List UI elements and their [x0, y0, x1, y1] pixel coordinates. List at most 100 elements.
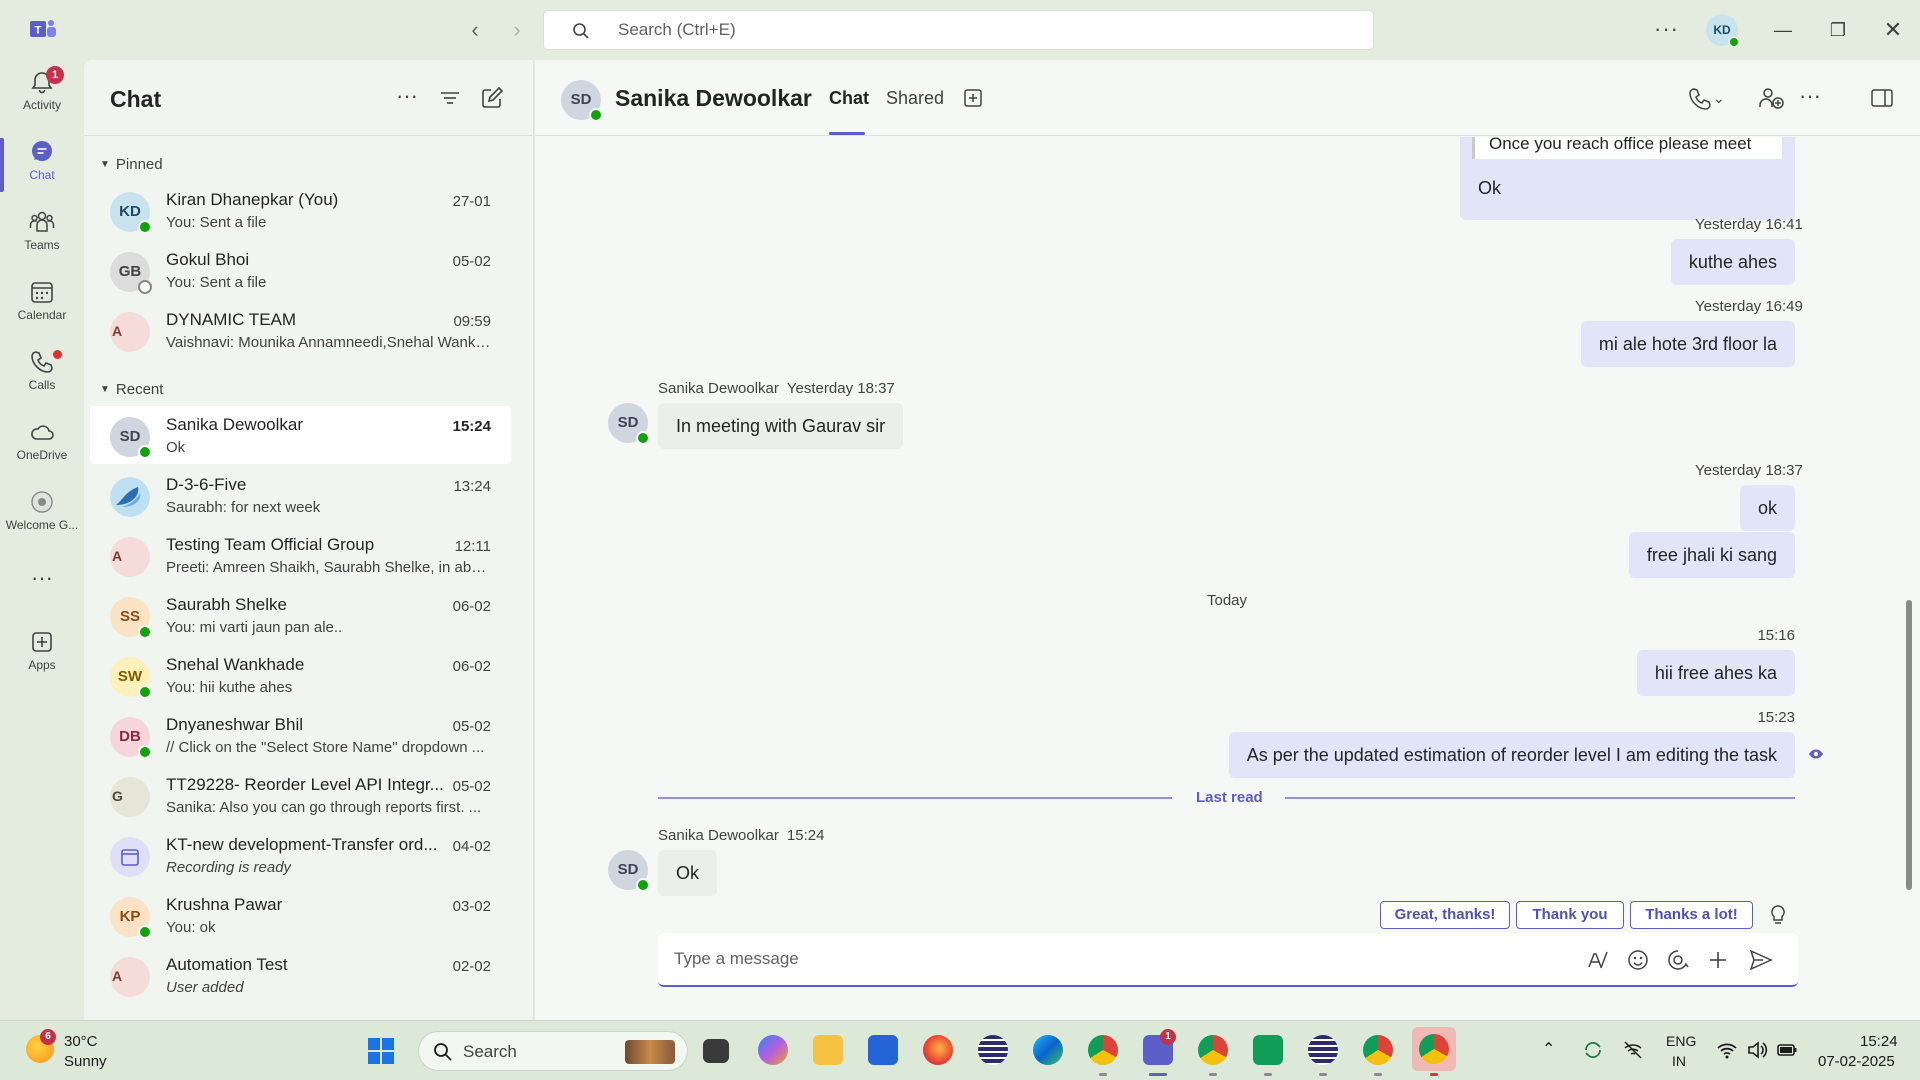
last-read-label: Last read: [1196, 789, 1263, 806]
profile-avatar[interactable]: KD: [1706, 14, 1740, 48]
message-in[interactable]: In meeting with Gaurav sir: [658, 403, 904, 449]
pinned-section-toggle[interactable]: ▼ Pinned: [100, 156, 163, 173]
chat-item-d-3-6-five[interactable]: D-3-6-Five Saurabh: for next week 13:24: [90, 466, 511, 524]
sync-icon[interactable]: [1582, 1039, 1604, 1061]
chat-item-automation-test[interactable]: A Automation Test User added 02-02: [90, 946, 511, 1004]
clock-date[interactable]: 07-02-2025: [1818, 1053, 1895, 1070]
message-out[interactable]: free jhali ki sang: [1628, 532, 1795, 578]
avatar[interactable]: SD: [608, 850, 650, 892]
forward-arrow-icon[interactable]: ›: [503, 16, 531, 44]
rail-calls[interactable]: Calls: [0, 340, 84, 406]
chat-item-kiran[interactable]: KD Kiran Dhanepkar (You) You: Sent a fil…: [90, 181, 511, 239]
new-chat-icon[interactable]: [478, 84, 506, 112]
rail-chat[interactable]: Chat: [0, 130, 84, 196]
chat-item-snehal[interactable]: SW Snehal Wankhade You: hii kuthe ahes 0…: [90, 646, 511, 704]
rail-welcome[interactable]: Welcome G...: [0, 480, 84, 546]
firefox-icon[interactable]: [923, 1035, 953, 1065]
chevron-down-icon[interactable]: ⌄: [1713, 84, 1741, 112]
search-input[interactable]: [618, 11, 1318, 49]
volume-icon[interactable]: [1746, 1039, 1768, 1061]
conversation-more-icon[interactable]: ···: [1799, 84, 1827, 112]
copilot-icon[interactable]: [758, 1035, 788, 1065]
message-out[interactable]: ok: [1739, 485, 1795, 531]
chat-more-options-icon[interactable]: ···: [396, 84, 424, 112]
chrome-active-window[interactable]: [1412, 1027, 1456, 1071]
chrome-icon[interactable]: [1363, 1035, 1393, 1065]
add-tab-icon[interactable]: [959, 84, 987, 112]
task-view-icon[interactable]: [703, 1039, 729, 1063]
wifi-icon[interactable]: [1716, 1039, 1738, 1061]
weather-badge: 6: [40, 1029, 56, 1045]
taskbar-search[interactable]: Search: [418, 1031, 688, 1071]
chat-item-saurabh[interactable]: SS Saurabh Shelke You: mi varti jaun pan…: [90, 586, 511, 644]
avatar: SW: [110, 657, 152, 699]
rail-activity[interactable]: Activity 1: [0, 60, 84, 126]
tab-shared[interactable]: Shared: [886, 88, 944, 109]
chat-item-krushna[interactable]: KP Krushna Pawar You: ok 03-02: [90, 886, 511, 944]
message-composer[interactable]: [658, 933, 1798, 987]
sheets-icon[interactable]: [1253, 1035, 1283, 1065]
suggested-reply-button[interactable]: Great, thanks!: [1380, 901, 1510, 929]
back-arrow-icon[interactable]: ‹: [461, 16, 489, 44]
tab-chat[interactable]: Chat: [829, 88, 869, 109]
battery-icon[interactable]: [1776, 1039, 1798, 1061]
chat-item-testing-team[interactable]: A Testing Team Official Group Preeti: Am…: [90, 526, 511, 584]
avatar[interactable]: SD: [561, 80, 603, 122]
message-out-quoted[interactable]: Once you reach office please meet Ok: [1460, 137, 1795, 220]
chat-item-tt29228[interactable]: G TT29228- Reorder Level API Integr... S…: [90, 766, 511, 824]
recent-section-toggle[interactable]: ▼ Recent: [100, 381, 163, 398]
chat-time: 15:24: [452, 418, 491, 435]
loop-icon[interactable]: [1664, 946, 1692, 974]
more-options-icon[interactable]: ···: [1654, 16, 1679, 42]
send-icon[interactable]: [1747, 946, 1775, 974]
chat-item-dynamic-team[interactable]: A DYNAMIC TEAM Vaishnavi: Mounika Annamn…: [90, 301, 511, 359]
add-people-icon[interactable]: [1757, 84, 1785, 112]
chrome-icon[interactable]: [1198, 1035, 1228, 1065]
message-in[interactable]: Ok: [658, 850, 718, 896]
lightbulb-icon[interactable]: [1767, 903, 1789, 927]
chrome-icon[interactable]: [1088, 1035, 1118, 1065]
restore-icon[interactable]: ❐: [1822, 14, 1854, 46]
input-language[interactable]: ENG: [1666, 1033, 1696, 1049]
eclipse-icon[interactable]: [1308, 1035, 1338, 1065]
chat-item-dnyaneshwar[interactable]: DB Dnyaneshwar Bhil // Click on the "Sel…: [90, 706, 511, 764]
chat-item-sanika[interactable]: SD Sanika Dewoolkar Ok 15:24: [90, 406, 511, 464]
emoji-icon[interactable]: [1624, 946, 1652, 974]
conversation-scrollbar[interactable]: [1906, 600, 1912, 890]
global-search[interactable]: [543, 10, 1374, 50]
clock-time[interactable]: 15:24: [1860, 1033, 1898, 1050]
avatar[interactable]: SD: [608, 403, 650, 445]
suggested-reply-button[interactable]: Thanks a lot!: [1630, 901, 1753, 929]
store-icon[interactable]: [868, 1035, 898, 1065]
message-out[interactable]: kuthe ahes: [1670, 239, 1795, 285]
close-icon[interactable]: ✕: [1877, 14, 1909, 46]
weather-condition[interactable]: Sunny: [64, 1053, 107, 1070]
rail-teams[interactable]: Teams: [0, 200, 84, 266]
minimize-icon[interactable]: —: [1767, 14, 1799, 46]
message-out[interactable]: As per the updated estimation of reorder…: [1228, 732, 1795, 778]
rail-more-icon[interactable]: ···: [0, 560, 84, 596]
tray-overflow-icon[interactable]: ⌃: [1542, 1039, 1555, 1059]
rail-calendar[interactable]: Calendar: [0, 270, 84, 336]
rail-onedrive[interactable]: OneDrive: [0, 410, 84, 476]
weather-temperature[interactable]: 30°C: [64, 1033, 98, 1050]
edge-icon[interactable]: [1033, 1035, 1063, 1065]
network-disconnected-icon[interactable]: [1622, 1039, 1644, 1061]
message-out[interactable]: hii free ahes ka: [1636, 650, 1795, 696]
windows-start-icon[interactable]: [367, 1037, 395, 1065]
message-input[interactable]: [674, 933, 1474, 985]
open-side-panel-icon[interactable]: [1868, 84, 1896, 112]
file-explorer-icon[interactable]: [813, 1035, 843, 1065]
add-attachment-icon[interactable]: [1704, 946, 1732, 974]
chat-item-kt-new-development[interactable]: KT-new development-Transfer ord... Recor…: [90, 826, 511, 884]
rail-apps[interactable]: Apps: [0, 620, 84, 686]
suggested-reply-button[interactable]: Thank you: [1516, 901, 1624, 929]
filter-icon[interactable]: [436, 84, 464, 112]
call-icon[interactable]: [1686, 84, 1714, 112]
format-icon[interactable]: [1583, 946, 1611, 974]
avatar-initials: GB: [118, 263, 142, 280]
eclipse-icon[interactable]: [978, 1035, 1008, 1065]
input-region[interactable]: IN: [1672, 1053, 1686, 1069]
chat-item-gokul[interactable]: GB Gokul Bhoi You: Sent a file 05-02: [90, 241, 511, 299]
message-out[interactable]: mi ale hote 3rd floor la: [1580, 321, 1795, 367]
